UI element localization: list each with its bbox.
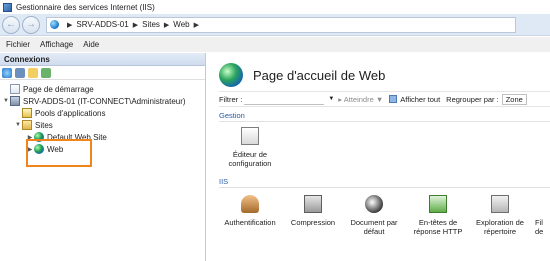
chevron-down-icon[interactable]: ▼ <box>328 96 334 102</box>
page-title: Page d'accueil de Web <box>253 67 386 83</box>
iis-app-icon <box>3 2 12 12</box>
forward-button[interactable]: → <box>22 15 40 34</box>
tree-item-label: Pools d'applications <box>35 108 106 118</box>
globe-icon <box>50 20 59 29</box>
chevron-right-icon: ▶ <box>163 21 170 29</box>
chevron-right-icon: ▶ <box>132 21 139 29</box>
connections-panel: Connexions Page de démarrage ▼ SRV-ADDS-… <box>0 53 206 261</box>
tree-item-label: Sites <box>35 120 53 130</box>
breadcrumb-web[interactable]: Web <box>173 20 189 29</box>
tree-item-label: Page de démarrage <box>23 84 94 94</box>
connections-header: Connexions <box>0 53 205 66</box>
tree-item-server[interactable]: ▼ SRV-ADDS-01 (IT-CONNECT\Administrateur… <box>0 95 205 107</box>
feature-config-editor[interactable]: Éditeur de configuration <box>223 127 277 168</box>
connect-icon[interactable] <box>2 67 12 78</box>
server-icon <box>10 96 20 106</box>
menu-fichier[interactable]: Fichier <box>6 40 30 49</box>
directory-browsing-icon <box>491 195 509 213</box>
tree-item-app-pools[interactable]: Pools d'applications <box>0 107 205 119</box>
menu-bar: Fichier Affichage Aide <box>0 37 550 52</box>
section-divider <box>219 187 550 188</box>
chevron-down-icon[interactable]: ▼ <box>14 122 22 128</box>
page-heading: Page d'accueil de Web <box>219 63 385 87</box>
window-title: Gestionnaire des services Internet (IIS) <box>16 2 155 12</box>
address-bar: ← → ▶ SRV-ADDS-01 ▶ Sites ▶ Web ▶ <box>0 14 550 36</box>
group-by-label: Regrouper par : <box>446 94 499 104</box>
chevron-right-icon: ▶ <box>67 21 73 29</box>
section-divider <box>219 121 550 122</box>
section-gestion: Gestion <box>219 111 245 120</box>
menu-aide[interactable]: Aide <box>83 40 99 49</box>
feature-directory-browsing[interactable]: Exploration de répertoire <box>471 195 529 236</box>
show-all-button[interactable]: Afficher tout <box>389 95 440 104</box>
feature-partial[interactable]: Fil de <box>535 195 550 236</box>
tree-item-sites[interactable]: ▼ Sites <box>0 119 205 131</box>
connections-toolbar <box>0 66 205 80</box>
filter-input[interactable] <box>244 93 325 105</box>
feature-default-document[interactable]: Document par défaut <box>345 195 403 236</box>
feature-http-response-headers[interactable]: En-têtes de réponse HTTP <box>408 195 468 236</box>
app-pool-icon <box>22 108 32 118</box>
group-by-select[interactable]: Zone <box>501 93 527 105</box>
website-globe-icon <box>219 63 243 87</box>
compression-icon <box>304 195 322 213</box>
chevron-down-icon[interactable]: ▼ <box>2 98 10 104</box>
disconnect-icon[interactable] <box>41 67 51 78</box>
title-bar: Gestionnaire des services Internet (IIS) <box>0 0 550 14</box>
feature-compression[interactable]: Compression <box>286 195 340 227</box>
goto-button[interactable]: ▸ Atteindre ▼ <box>338 95 383 104</box>
chevron-right-icon: ▶ <box>193 21 199 29</box>
breadcrumb-server[interactable]: SRV-ADDS-01 <box>76 20 128 29</box>
http-headers-icon <box>429 195 447 213</box>
menu-affichage[interactable]: Affichage <box>40 40 73 49</box>
feature-authentication[interactable]: Authentification <box>219 195 281 227</box>
up-folder-icon[interactable] <box>28 67 38 78</box>
sites-folder-icon <box>22 120 32 130</box>
features-view: Page d'accueil de Web Filtrer : ▼ ▸ Atte… <box>207 53 550 261</box>
save-icon[interactable] <box>15 67 25 78</box>
tree-item-start-page[interactable]: Page de démarrage <box>0 83 205 95</box>
highlight-box <box>26 139 92 167</box>
section-iis: IIS <box>219 177 229 186</box>
address-path[interactable]: ▶ SRV-ADDS-01 ▶ Sites ▶ Web ▶ <box>46 16 516 33</box>
authentication-icon <box>241 195 259 213</box>
config-editor-icon <box>241 127 259 145</box>
breadcrumb-sites[interactable]: Sites <box>142 20 160 29</box>
start-page-icon <box>10 84 20 94</box>
filter-bar: Filtrer : ▼ ▸ Atteindre ▼ Afficher tout … <box>219 91 550 107</box>
tree-item-label: SRV-ADDS-01 (IT-CONNECT\Administrateur) <box>23 96 186 106</box>
filter-label: Filtrer : <box>219 94 243 104</box>
back-button[interactable]: ← <box>2 15 20 34</box>
show-all-icon <box>389 95 398 103</box>
default-document-icon <box>365 195 383 213</box>
